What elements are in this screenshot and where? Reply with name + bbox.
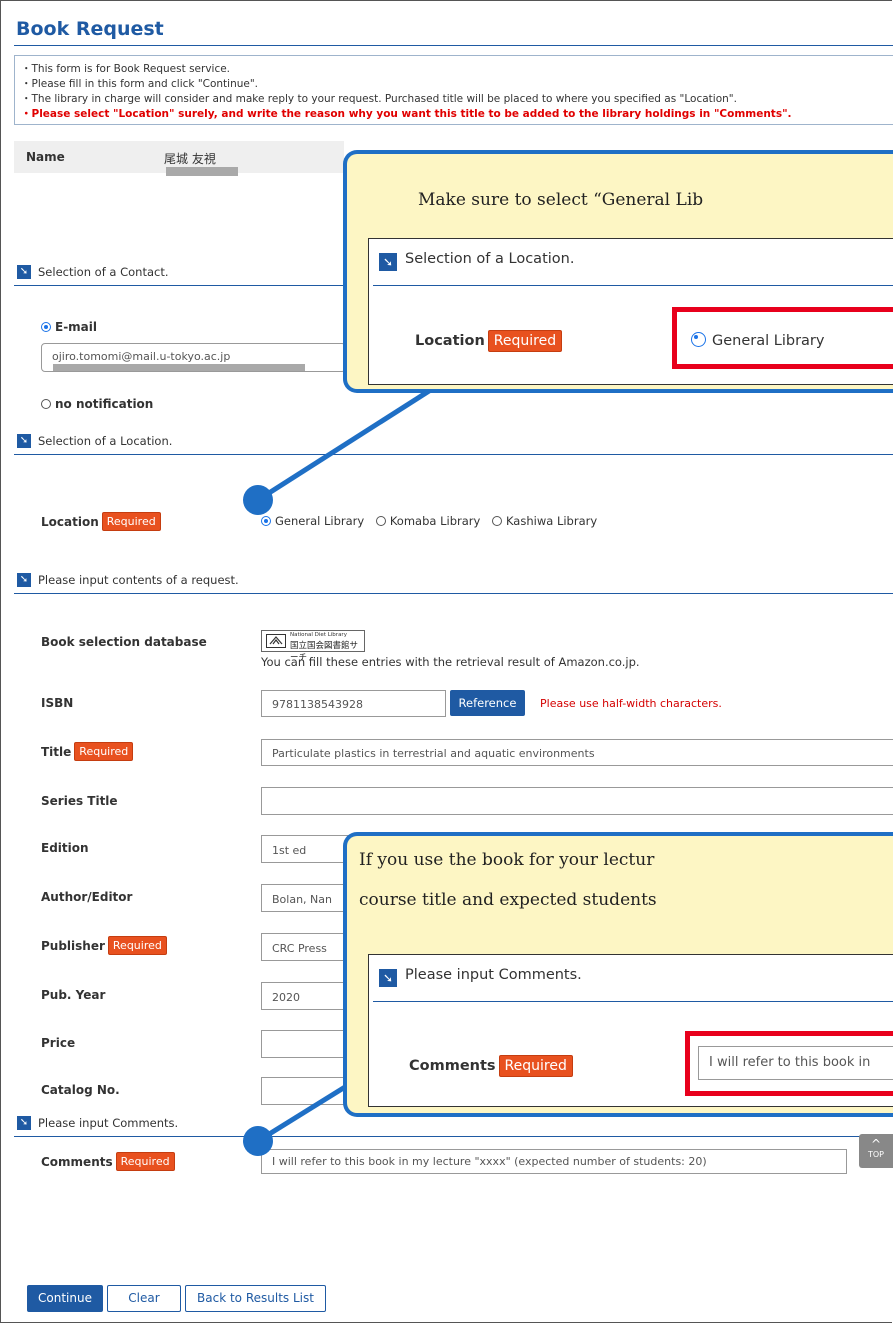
zoom-section-title: ➘ Please input Comments. <box>379 967 582 987</box>
location-callout: Make sure to select “General Lib ➘ Select… <box>343 150 893 393</box>
zoom-comments-input: I will refer to this book in <box>698 1046 893 1080</box>
zoom-comments-label-group: Comments Required <box>409 1055 573 1077</box>
zoom-option-label: General Library <box>712 333 825 349</box>
radio-selected-icon <box>691 332 706 347</box>
callout-dot <box>243 1126 273 1156</box>
zoom-divider <box>373 1001 893 1002</box>
required-badge: Required <box>487 330 563 352</box>
zoom-section-text: Selection of a Location. <box>405 251 575 267</box>
zoom-general-option: General Library <box>691 332 824 349</box>
zoom-location-label-group: Location Required <box>415 330 563 352</box>
zoom-location-label: Location <box>415 333 485 349</box>
callout-message: Make sure to select “General Lib <box>418 190 704 210</box>
callout-zoom-panel: ➘ Selection of a Location. Location Requir… <box>368 238 893 385</box>
zoom-section-title: ➘ Selection of a Location. <box>379 251 574 271</box>
callout-zoom-panel: ➘ Please input Comments. Comments Required… <box>368 954 893 1107</box>
callout-dot <box>243 485 273 515</box>
zoom-comments-label: Comments <box>409 1058 496 1074</box>
callout-message-line2: course title and expected students <box>359 890 657 910</box>
zoom-section-text: Please input Comments. <box>405 967 582 983</box>
section-arrow-icon: ➘ <box>379 969 397 987</box>
zoom-divider <box>373 285 893 286</box>
section-arrow-icon: ➘ <box>379 253 397 271</box>
callout-message-line1: If you use the book for your lectur <box>359 850 655 870</box>
comments-callout: If you use the book for your lectur cour… <box>343 832 893 1117</box>
required-badge: Required <box>498 1055 573 1077</box>
